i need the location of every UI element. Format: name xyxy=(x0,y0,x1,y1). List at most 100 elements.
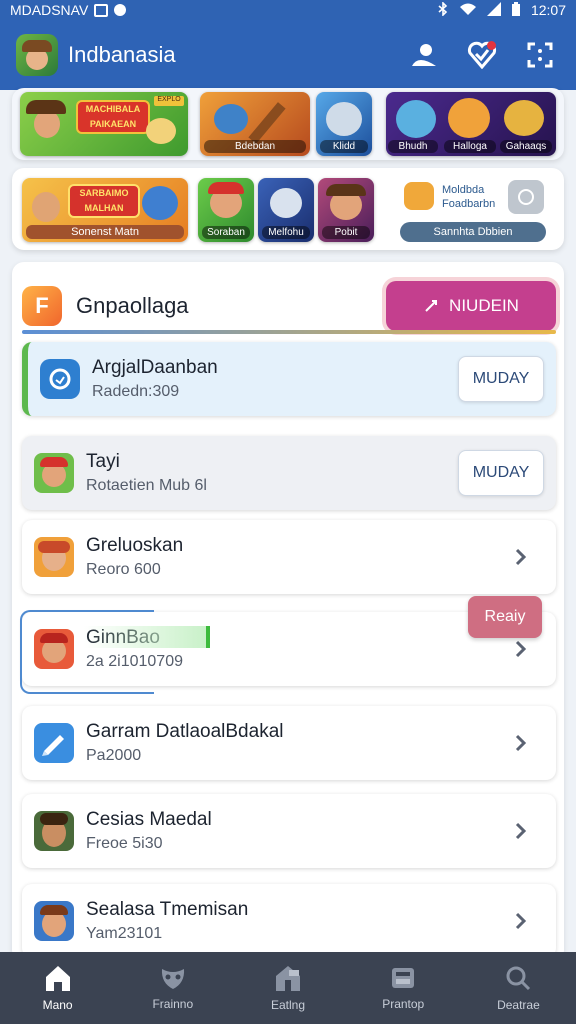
nav-label: Mano xyxy=(42,998,73,1012)
bluetooth-icon xyxy=(437,0,449,19)
item-subtitle: Yam23101 xyxy=(86,925,163,942)
list-item[interactable]: ArgjalDaanban Radedn:309 MUDAY xyxy=(22,342,556,416)
item-name: Sealasa Tmemisan xyxy=(86,899,249,920)
featured-banner-top[interactable]: MACHIBALA PAIKAEAN EXPLO Bdebdan Klidd B… xyxy=(12,88,564,160)
nav-games[interactable]: Frainno xyxy=(115,952,230,1024)
nav-inbox[interactable]: Prantop xyxy=(346,952,461,1024)
game-tile-caption: Bhudh xyxy=(388,140,438,153)
app-logo[interactable] xyxy=(16,34,58,76)
section-action-label: NIUDEIN xyxy=(449,296,519,315)
hero-badge: EXPLO xyxy=(154,96,184,106)
game-tile-6[interactable]: Pobit xyxy=(318,178,374,242)
sync-icon xyxy=(114,4,127,16)
app-icon xyxy=(34,811,74,851)
favorites-button[interactable] xyxy=(462,35,502,75)
item-subtitle: Rotaetien Mub 6l xyxy=(86,477,207,494)
app-icon xyxy=(34,629,74,669)
app-icon xyxy=(34,723,74,763)
nav-store[interactable]: Eatlng xyxy=(230,952,345,1024)
hero-caption-2: Sonenst Matn xyxy=(26,225,184,239)
clock: 12:07 xyxy=(530,2,566,18)
nav-home[interactable]: Mano xyxy=(0,952,115,1024)
notification-badge xyxy=(487,41,496,50)
item-name: Cesias Maedal xyxy=(86,809,212,830)
app-icon xyxy=(34,901,74,941)
item-subtitle: Reoro 600 xyxy=(86,561,161,578)
game-tile-2[interactable]: Klidd xyxy=(316,92,372,156)
nav-label: Prantop xyxy=(382,997,425,1011)
game-tile-caption: Melfohu xyxy=(262,226,310,239)
list-item[interactable]: Sealasa Tmemisan Yam23101 xyxy=(22,884,556,958)
store-icon xyxy=(276,966,300,991)
nav-label: Eatlng xyxy=(270,998,306,1012)
wifi-icon xyxy=(459,2,477,19)
person-icon xyxy=(412,44,436,66)
item-subtitle: Pa2000 xyxy=(86,747,142,764)
inbox-icon xyxy=(392,968,415,988)
game-tile-4[interactable]: Soraban xyxy=(198,178,254,242)
section-divider xyxy=(22,330,556,334)
promo-timer-icon xyxy=(508,180,544,214)
app-icon xyxy=(40,359,80,399)
item-subtitle: Freoe 5i30 xyxy=(86,835,163,852)
status-bar: MDADSNAV 12:07 xyxy=(0,0,576,20)
promo-button[interactable]: Sannhta Dbbien xyxy=(400,222,546,242)
item-subtitle: Radedn:309 xyxy=(92,383,180,400)
search-icon xyxy=(506,966,531,991)
hero-title-2: SARBAIMO MALHAN xyxy=(68,184,140,218)
game-tile-caption: Halloga xyxy=(444,140,496,153)
nav-label: Frainno xyxy=(152,997,194,1011)
ready-button[interactable]: Reaiy xyxy=(468,596,542,638)
app-title: Indbanasia xyxy=(68,42,176,67)
battery-icon xyxy=(511,1,521,19)
section-action-button[interactable]: NIUDEIN xyxy=(386,281,556,331)
featured-hero-tile[interactable]: MACHIBALA PAIKAEAN EXPLO xyxy=(20,92,188,156)
chevron-right-icon[interactable] xyxy=(508,818,534,844)
list-item[interactable]: Tayi Rotaetien Mub 6l MUDAY xyxy=(22,436,556,510)
promo-card[interactable]: Moldbda Foadbarbn Sannhta Dbbien xyxy=(400,176,556,246)
app-bar: Indbanasia xyxy=(0,20,576,90)
scan-icon xyxy=(527,42,553,68)
notification-icon xyxy=(94,3,109,17)
app-icon xyxy=(34,453,74,493)
item-subtitle: 2a 2i1010709 xyxy=(86,653,183,670)
item-name: Greluoskan xyxy=(86,535,184,556)
featured-hero-tile-2[interactable]: SARBAIMO MALHAN Sonenst Matn xyxy=(22,178,188,242)
featured-banner-bottom[interactable]: SARBAIMO MALHAN Sonenst Matn Soraban Mel… xyxy=(12,168,564,250)
item-action-button[interactable]: MUDAY xyxy=(458,450,544,496)
promo-line-1: Moldbda xyxy=(442,184,485,196)
rocket-icon xyxy=(425,300,438,312)
chevron-right-icon[interactable] xyxy=(508,544,534,570)
game-tile-1[interactable]: Bdebdan xyxy=(200,92,310,156)
bottom-navigation: Mano Frainno Eatlng Prantop Deatrae xyxy=(0,952,576,1024)
nav-search[interactable]: Deatrae xyxy=(461,952,576,1024)
game-tile-caption: Pobit xyxy=(322,226,370,239)
game-tile-caption: Soraban xyxy=(202,226,250,239)
game-tile-3[interactable]: Bhudh Halloga Gahaaqs xyxy=(386,92,556,156)
list-item[interactable]: Greluoskan Reoro 600 xyxy=(22,520,556,594)
section-title: Gnpaollaga xyxy=(76,293,189,318)
app-icon xyxy=(34,537,74,577)
item-name: ArgjalDaanban xyxy=(92,357,218,378)
scan-button[interactable] xyxy=(520,35,560,75)
item-name: Tayi xyxy=(86,451,120,472)
chevron-right-icon[interactable] xyxy=(508,908,534,934)
item-action-button[interactable]: MUDAY xyxy=(458,356,544,402)
chevron-right-icon[interactable] xyxy=(508,636,534,662)
game-tile-caption: Klidd xyxy=(320,140,368,153)
hero-title: MACHIBALA PAIKAEAN xyxy=(76,100,150,134)
progress-highlight xyxy=(84,626,210,648)
list-item[interactable]: Cesias Maedal Freoe 5i30 xyxy=(22,794,556,868)
list-item[interactable]: Garram DatlaoalBdakal Pa2000 xyxy=(22,706,556,780)
mask-icon xyxy=(161,969,184,989)
profile-button[interactable] xyxy=(404,35,444,75)
game-tile-5[interactable]: Melfohu xyxy=(258,178,314,242)
section-header: F Gnpaollaga NIUDEIN xyxy=(22,276,556,336)
chevron-right-icon[interactable] xyxy=(508,730,534,756)
signal-icon xyxy=(486,1,501,19)
promo-line-2: Foadbarbn xyxy=(442,198,496,210)
game-tile-caption: Bdebdan xyxy=(204,140,306,153)
carrier-label: MDADSNAV xyxy=(10,2,89,18)
section-logo-icon: F xyxy=(22,286,62,326)
item-name: Garram DatlaoalBdakal xyxy=(86,721,284,742)
